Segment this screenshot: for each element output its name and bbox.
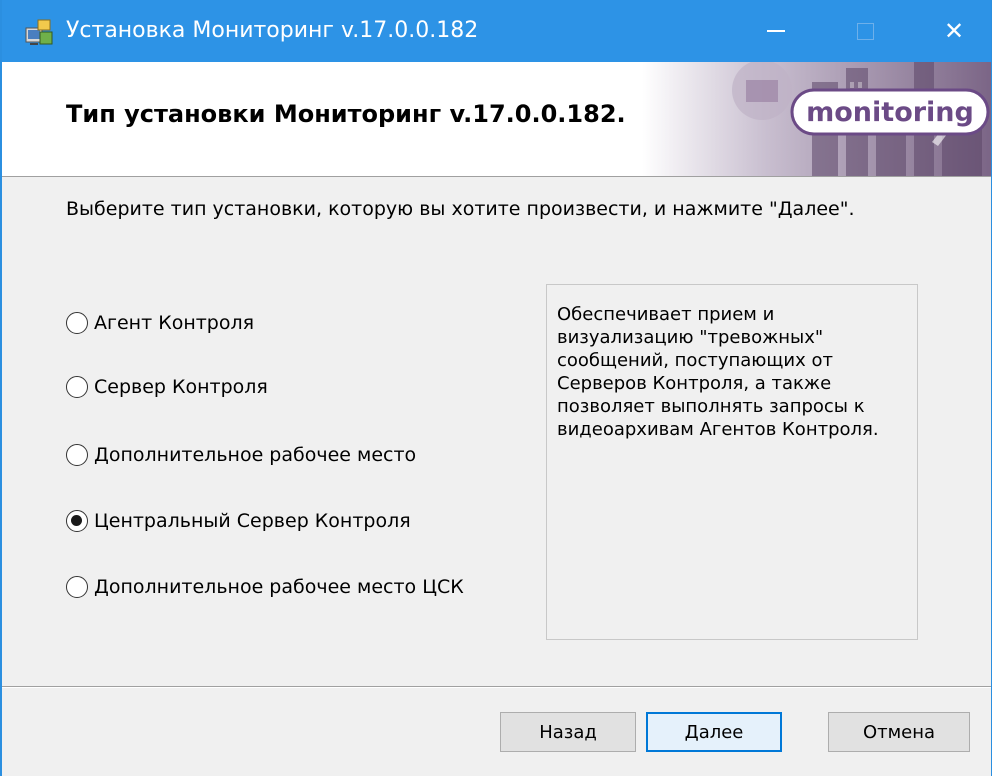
radio-option-workstation[interactable]: Дополнительное рабочее место [66, 440, 416, 470]
title-bar[interactable]: Установка Мониторинг v.17.0.0.182 ✕ [2, 0, 991, 62]
minimize-icon [767, 30, 785, 32]
radio-label: Дополнительное рабочее место [94, 444, 417, 466]
radio-button[interactable] [66, 376, 88, 398]
minimize-button[interactable] [728, 0, 824, 62]
radio-button[interactable] [66, 312, 88, 334]
radio-label: Сервер Контроля [94, 376, 268, 398]
radio-button-selected[interactable] [66, 510, 88, 532]
radio-button[interactable] [66, 444, 88, 466]
close-button[interactable]: ✕ [906, 0, 991, 62]
instruction-text: Выберите тип установки, которую вы хотит… [66, 198, 855, 220]
footer-divider [2, 686, 991, 688]
maximize-icon [856, 22, 874, 40]
header-banner: Тип установки Мониторинг v.17.0.0.182. m… [2, 62, 991, 177]
radio-option-server[interactable]: Сервер Контроля [66, 372, 268, 402]
installer-window: Установка Мониторинг v.17.0.0.182 ✕ Тип … [0, 0, 992, 776]
radio-option-central-server[interactable]: Центральный Сервер Контроля [66, 506, 411, 536]
next-button[interactable]: Далее [646, 712, 782, 752]
window-title: Установка Мониторинг v.17.0.0.182 [66, 18, 479, 43]
radio-button[interactable] [66, 576, 88, 598]
radio-option-central-workstation[interactable]: Дополнительное рабочее место ЦСК [66, 572, 464, 602]
close-icon: ✕ [943, 17, 965, 45]
monitoring-logo: monitoring [792, 90, 988, 134]
radio-label: Центральный Сервер Контроля [94, 510, 411, 532]
option-description-panel: Обеспечивает прием и визуализацию "трево… [546, 284, 918, 640]
installer-app-icon [25, 19, 53, 45]
radio-label: Дополнительное рабочее место ЦСК [94, 576, 464, 598]
radio-option-agent[interactable]: Агент Контроля [66, 308, 254, 338]
page-title: Тип установки Мониторинг v.17.0.0.182. [66, 100, 626, 128]
radio-label: Агент Контроля [94, 312, 255, 334]
cancel-button[interactable]: Отмена [828, 712, 970, 752]
back-button[interactable]: Назад [500, 712, 636, 752]
monitoring-logo-text: monitoring [806, 96, 974, 128]
option-description-text: Обеспечивает прием и визуализацию "трево… [557, 304, 879, 440]
maximize-button[interactable] [817, 0, 913, 62]
